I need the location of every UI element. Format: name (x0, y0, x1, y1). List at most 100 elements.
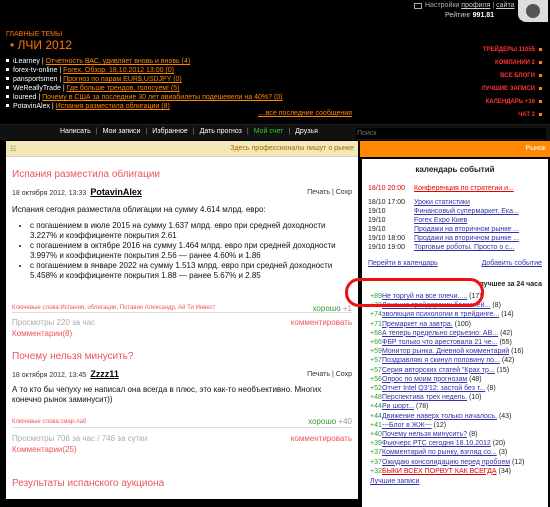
thread-link[interactable]: Где больше трендов, голосуем! (5) (67, 85, 180, 92)
right-nav: ТРЕЙДЕРЫ 11055 КОМПАНИИ 2 ВСЕ БЛОГИ ЛУЧШ… (430, 44, 542, 122)
best-link[interactable]: Почему нельзя минусить? (382, 431, 467, 438)
event-time: 19/10 (368, 226, 386, 233)
event-time: 19/10 18:00 (368, 235, 405, 242)
article-author[interactable]: Zzzz11 (90, 369, 119, 379)
avatar[interactable] (518, 0, 548, 22)
sidebar-header: Рынок (360, 141, 550, 157)
nav-label[interactable]: ЧАТ (518, 112, 530, 118)
best-item: +56Опрос по моим прогнозам (48) (370, 376, 482, 383)
thread-user[interactable]: PotavinAlex (13, 103, 50, 110)
best-link[interactable]: Ожидаю консолидацию перед пробоем (382, 459, 510, 466)
article-title[interactable]: Испания разместила облигации (12, 169, 160, 180)
best-link[interactable]: эволюция психологии в трейдинге... (382, 311, 499, 318)
best-link[interactable]: Фьючерс РТС сегодня 18.10.2012 (382, 440, 491, 447)
nav-traders[interactable]: ТРЕЙДЕРЫ 11055 (430, 44, 542, 57)
calendar-title: календарь событий (415, 165, 495, 174)
rss-icon[interactable]: ☷ (10, 145, 16, 153)
best-link[interactable]: Комментарий по рынку, взгляд со... (382, 449, 497, 456)
best-link[interactable]: Ри шорт... (382, 403, 414, 410)
best-score: +57 (370, 366, 382, 374)
event-link[interactable]: Торговые роботы. Просто о с... (414, 244, 515, 251)
nav-calendar[interactable]: КАЛЕНДАРЬ +16 (430, 96, 542, 109)
best-title: лучшее за 24 часа (479, 281, 542, 288)
best-link[interactable]: Движение наверх только началось. (382, 413, 497, 420)
save-link[interactable]: Сохр (336, 189, 352, 196)
section-title-text[interactable]: ЛЧИ 2012 (18, 38, 73, 52)
thread-link[interactable]: Прогноз по парам EUR$,USDJPY (0) (63, 76, 182, 83)
thread-user[interactable]: pansportsmen (13, 76, 57, 83)
best-score: +57 (370, 357, 382, 365)
event-link[interactable]: Продажи на вторичном рынке ... (414, 226, 519, 233)
nav-label[interactable]: ЛУЧШИЕ ЗАПИСИ (482, 86, 535, 92)
best-posts-link[interactable]: Лучшие записи (370, 478, 419, 485)
menu-write[interactable]: Написать (60, 128, 91, 135)
article-tags[interactable]: Ключевые слова:смар-лаб (12, 419, 86, 425)
nav-best[interactable]: ЛУЧШИЕ ЗАПИСИ (430, 83, 542, 96)
thread-link[interactable]: Испания разместила облигации (8) (56, 103, 170, 110)
go-calendar-link[interactable]: Перейти в календарь (368, 260, 438, 267)
best-count: (20) (492, 440, 506, 448)
market-label[interactable]: Рынок (525, 145, 546, 152)
best-link[interactable]: Поздравляю я скинул половину по... (382, 357, 500, 364)
search-input[interactable] (356, 128, 546, 139)
comment-button[interactable]: комментировать (291, 434, 352, 443)
bullet-icon (539, 60, 542, 64)
nav-label[interactable]: КОМПАНИИ (495, 60, 530, 66)
comments-link[interactable]: Комментарии(8) (12, 329, 72, 338)
best-link[interactable]: ---Блог в ЖЖ--- (382, 422, 432, 429)
menu-my-posts[interactable]: Мои записи (103, 128, 141, 135)
nav-blogs[interactable]: ВСЕ БЛОГИ (430, 70, 542, 83)
article-title[interactable]: Почему нельзя минусить? (12, 351, 133, 362)
print-link[interactable]: Печать (307, 371, 330, 378)
nav-label[interactable]: КАЛЕНДАРЬ (486, 99, 524, 105)
nav-chat[interactable]: ЧАТ 2 (430, 109, 542, 122)
comment-button[interactable]: комментировать (291, 318, 352, 327)
best-24h-widget: лучшее за 24 часа +89Не торгуй на все пл… (362, 277, 548, 507)
save-link[interactable]: Сохр (336, 371, 352, 378)
thread-user[interactable]: WeReallyTrade (13, 85, 61, 92)
best-link[interactable]: Отчет Intel Q3'12: застой без т... (382, 385, 485, 392)
best-link[interactable]: Опрос по моим прогнозам (382, 376, 467, 383)
event-link[interactable]: Финансовый супермаркет. Ека... (414, 208, 519, 215)
profile-link[interactable]: профиля (461, 2, 490, 9)
best-score: +56 (370, 375, 382, 383)
event-link[interactable]: Конференция по стратегии и... (414, 185, 514, 192)
print-link[interactable]: Печать (307, 189, 330, 196)
menu-favorites[interactable]: Избранное (152, 128, 187, 135)
best-link[interactable]: БЫКИ ВСЕХ ПОРВУТ КАК ВСЕГДА (382, 468, 497, 475)
score-label[interactable]: хорошо (308, 417, 336, 426)
envelope-icon[interactable] (414, 3, 422, 9)
event-link[interactable]: Уроки статистики (414, 199, 470, 206)
menu-forecast[interactable]: Дать прогноз (200, 128, 242, 135)
event-link[interactable]: Продажи на вторичном рынке ... (414, 235, 519, 242)
best-link[interactable]: Серия авторских статей "Крах тр... (382, 367, 495, 374)
menu-my-account[interactable]: Мой счет (254, 128, 284, 135)
site-link[interactable]: сайта (496, 2, 514, 9)
menu-friends[interactable]: Друзья (295, 128, 318, 135)
best-link[interactable]: Премаркет на завтра. (382, 321, 453, 328)
best-link[interactable]: ФБР только что арестовала 21 че... (382, 339, 497, 346)
best-count: (100) (454, 320, 471, 328)
thread-user[interactable]: forex-tv-online (13, 67, 57, 74)
best-item: +40Почему нельзя минусить? (8) (370, 431, 478, 438)
nav-label[interactable]: ВСЕ БЛОГИ (500, 73, 535, 79)
thread-link[interactable]: Forex. Обзор. 18.10.2012 13:00 (0) (63, 67, 174, 74)
nav-companies[interactable]: КОМПАНИИ 2 (430, 57, 542, 70)
article-title[interactable]: Результаты испанского аукциона (12, 478, 164, 489)
best-link[interactable]: Монитор рынка. Дневной комментарий (382, 348, 509, 355)
thread-user[interactable]: iLearney (13, 58, 40, 65)
nav-label[interactable]: ТРЕЙДЕРЫ (483, 47, 517, 53)
comments-link[interactable]: Комментарии(25) (12, 445, 77, 454)
best-link[interactable]: Перспектива трех недель. (382, 394, 467, 401)
best-link[interactable]: А теперь предельно серьезно: АВ... (382, 330, 498, 337)
best-item: +44Ри шорт... (78) (370, 403, 428, 410)
event-link[interactable]: Forex Expo Киев (414, 217, 467, 224)
all-messages-link[interactable]: ....все последние сообщения (258, 110, 352, 117)
article-author[interactable]: PotavinAlex (90, 187, 142, 197)
section-title[interactable]: • ЛЧИ 2012 (10, 38, 72, 52)
thread-link[interactable]: Отчетность ВАС, удивляет вновь и вновь (… (46, 58, 191, 65)
thread-user[interactable]: loureed (13, 94, 36, 101)
add-event-link[interactable]: Добавить событие (482, 260, 542, 267)
thread-link[interactable]: Почему в США за последние 30 лет авиабил… (42, 94, 282, 101)
article-tags[interactable]: Ключевые слова:Испания, облигации, Потав… (12, 305, 215, 311)
